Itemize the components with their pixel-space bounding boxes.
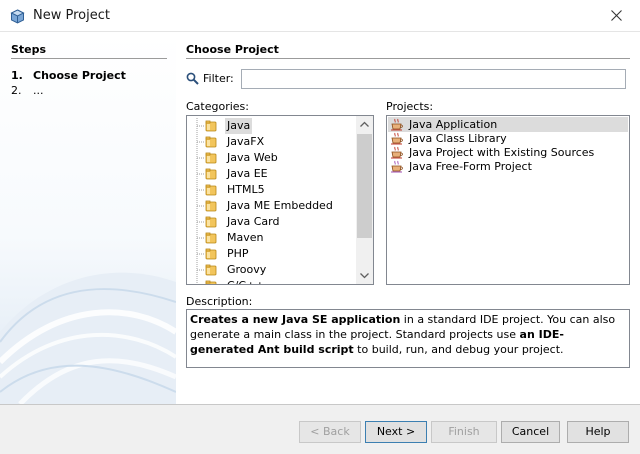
- filter-input[interactable]: [241, 69, 626, 89]
- coffee-cup-icon: [391, 160, 403, 173]
- project-item[interactable]: Java Project with Existing Sources: [388, 145, 628, 160]
- close-button[interactable]: [594, 0, 640, 31]
- next-button[interactable]: Next >: [365, 421, 427, 443]
- cube-icon: [10, 9, 25, 24]
- steps-panel: Steps 1. Choose Project 2....: [0, 32, 176, 404]
- back-button[interactable]: < Back: [299, 421, 361, 443]
- projects-list[interactable]: Java Application Java Class Library Java P…: [386, 115, 630, 285]
- category-label: Java Web: [227, 151, 278, 164]
- categories-tree[interactable]: Java JavaFX Java Web Java EE HTML5 Java ME Em…: [186, 115, 374, 285]
- step-choose-project: 1. Choose Project: [11, 69, 126, 82]
- main-panel: Choose Project Filter: Categories: Proje…: [176, 32, 640, 404]
- category-label: Maven: [227, 231, 264, 244]
- page-title-divider: [186, 58, 630, 59]
- step-label: Choose Project: [33, 69, 126, 82]
- folder-icon: [205, 248, 217, 260]
- description-box: Creates a new Java SE application in a s…: [186, 309, 630, 368]
- coffee-cup-icon: [391, 132, 403, 145]
- steps-divider: [11, 58, 167, 59]
- step-next: 2....: [11, 84, 44, 97]
- projects-label: Projects:: [386, 100, 434, 113]
- magnifier-icon: [186, 72, 199, 85]
- step-label: ...: [33, 84, 44, 97]
- scroll-down-button[interactable]: [356, 267, 373, 284]
- category-label: Java EE: [227, 167, 268, 180]
- steps-heading: Steps: [11, 43, 47, 56]
- cancel-button[interactable]: Cancel: [501, 421, 560, 443]
- coffee-cup-icon: [391, 146, 403, 159]
- description-text-part: to build, run, and debug your project.: [353, 343, 564, 356]
- filter-label: Filter:: [203, 72, 234, 85]
- step-number: 1.: [11, 69, 23, 82]
- project-label: Java Class Library: [409, 132, 507, 145]
- folder-icon: [205, 152, 217, 164]
- folder-icon: [205, 120, 217, 132]
- chevron-up-icon[interactable]: [356, 116, 373, 133]
- page-title: Choose Project: [186, 43, 279, 56]
- description-text-part: Creates a new Java SE application: [190, 313, 401, 326]
- category-label: Java: [225, 118, 253, 134]
- category-label: JavaFX: [227, 135, 265, 148]
- category-label: Groovy: [227, 263, 267, 276]
- categories-scrollbar[interactable]: [356, 116, 373, 284]
- category-label: HTML5: [227, 183, 265, 196]
- close-icon[interactable]: [611, 10, 622, 21]
- folder-icon: [205, 184, 217, 196]
- project-item[interactable]: Java Application: [388, 117, 628, 132]
- category-label: C/C++: [225, 278, 267, 284]
- folder-icon: [205, 168, 217, 180]
- project-label: Java Project with Existing Sources: [409, 146, 595, 159]
- button-bar: < Back Next > Finish Cancel Help: [0, 404, 640, 454]
- project-label: Java Application: [409, 118, 498, 131]
- title-bar: New Project: [0, 0, 640, 32]
- step-number: 2.: [11, 84, 22, 97]
- coffee-cup-icon: [391, 118, 403, 131]
- scroll-thumb[interactable]: [357, 134, 372, 238]
- project-label: Java Free-Form Project: [409, 160, 532, 173]
- finish-button[interactable]: Finish: [431, 421, 497, 443]
- project-item[interactable]: Java Free-Form Project: [388, 159, 628, 174]
- scroll-up-button[interactable]: [356, 116, 373, 133]
- description-label: Description:: [186, 295, 253, 308]
- folder-icon: [205, 232, 217, 244]
- category-label: Java Card: [227, 215, 280, 228]
- folder-icon: [205, 280, 217, 284]
- category-label: PHP: [227, 247, 249, 260]
- categories-label: Categories:: [186, 100, 249, 113]
- folder-icon: [205, 200, 217, 212]
- window-title: New Project: [33, 8, 110, 23]
- project-item[interactable]: Java Class Library: [388, 131, 628, 146]
- chevron-down-icon[interactable]: [356, 267, 373, 284]
- folder-icon: [205, 216, 217, 228]
- help-button[interactable]: Help: [567, 421, 629, 443]
- folder-icon: [205, 264, 217, 276]
- folder-icon: [205, 136, 217, 148]
- category-label: Java ME Embedded: [227, 199, 333, 212]
